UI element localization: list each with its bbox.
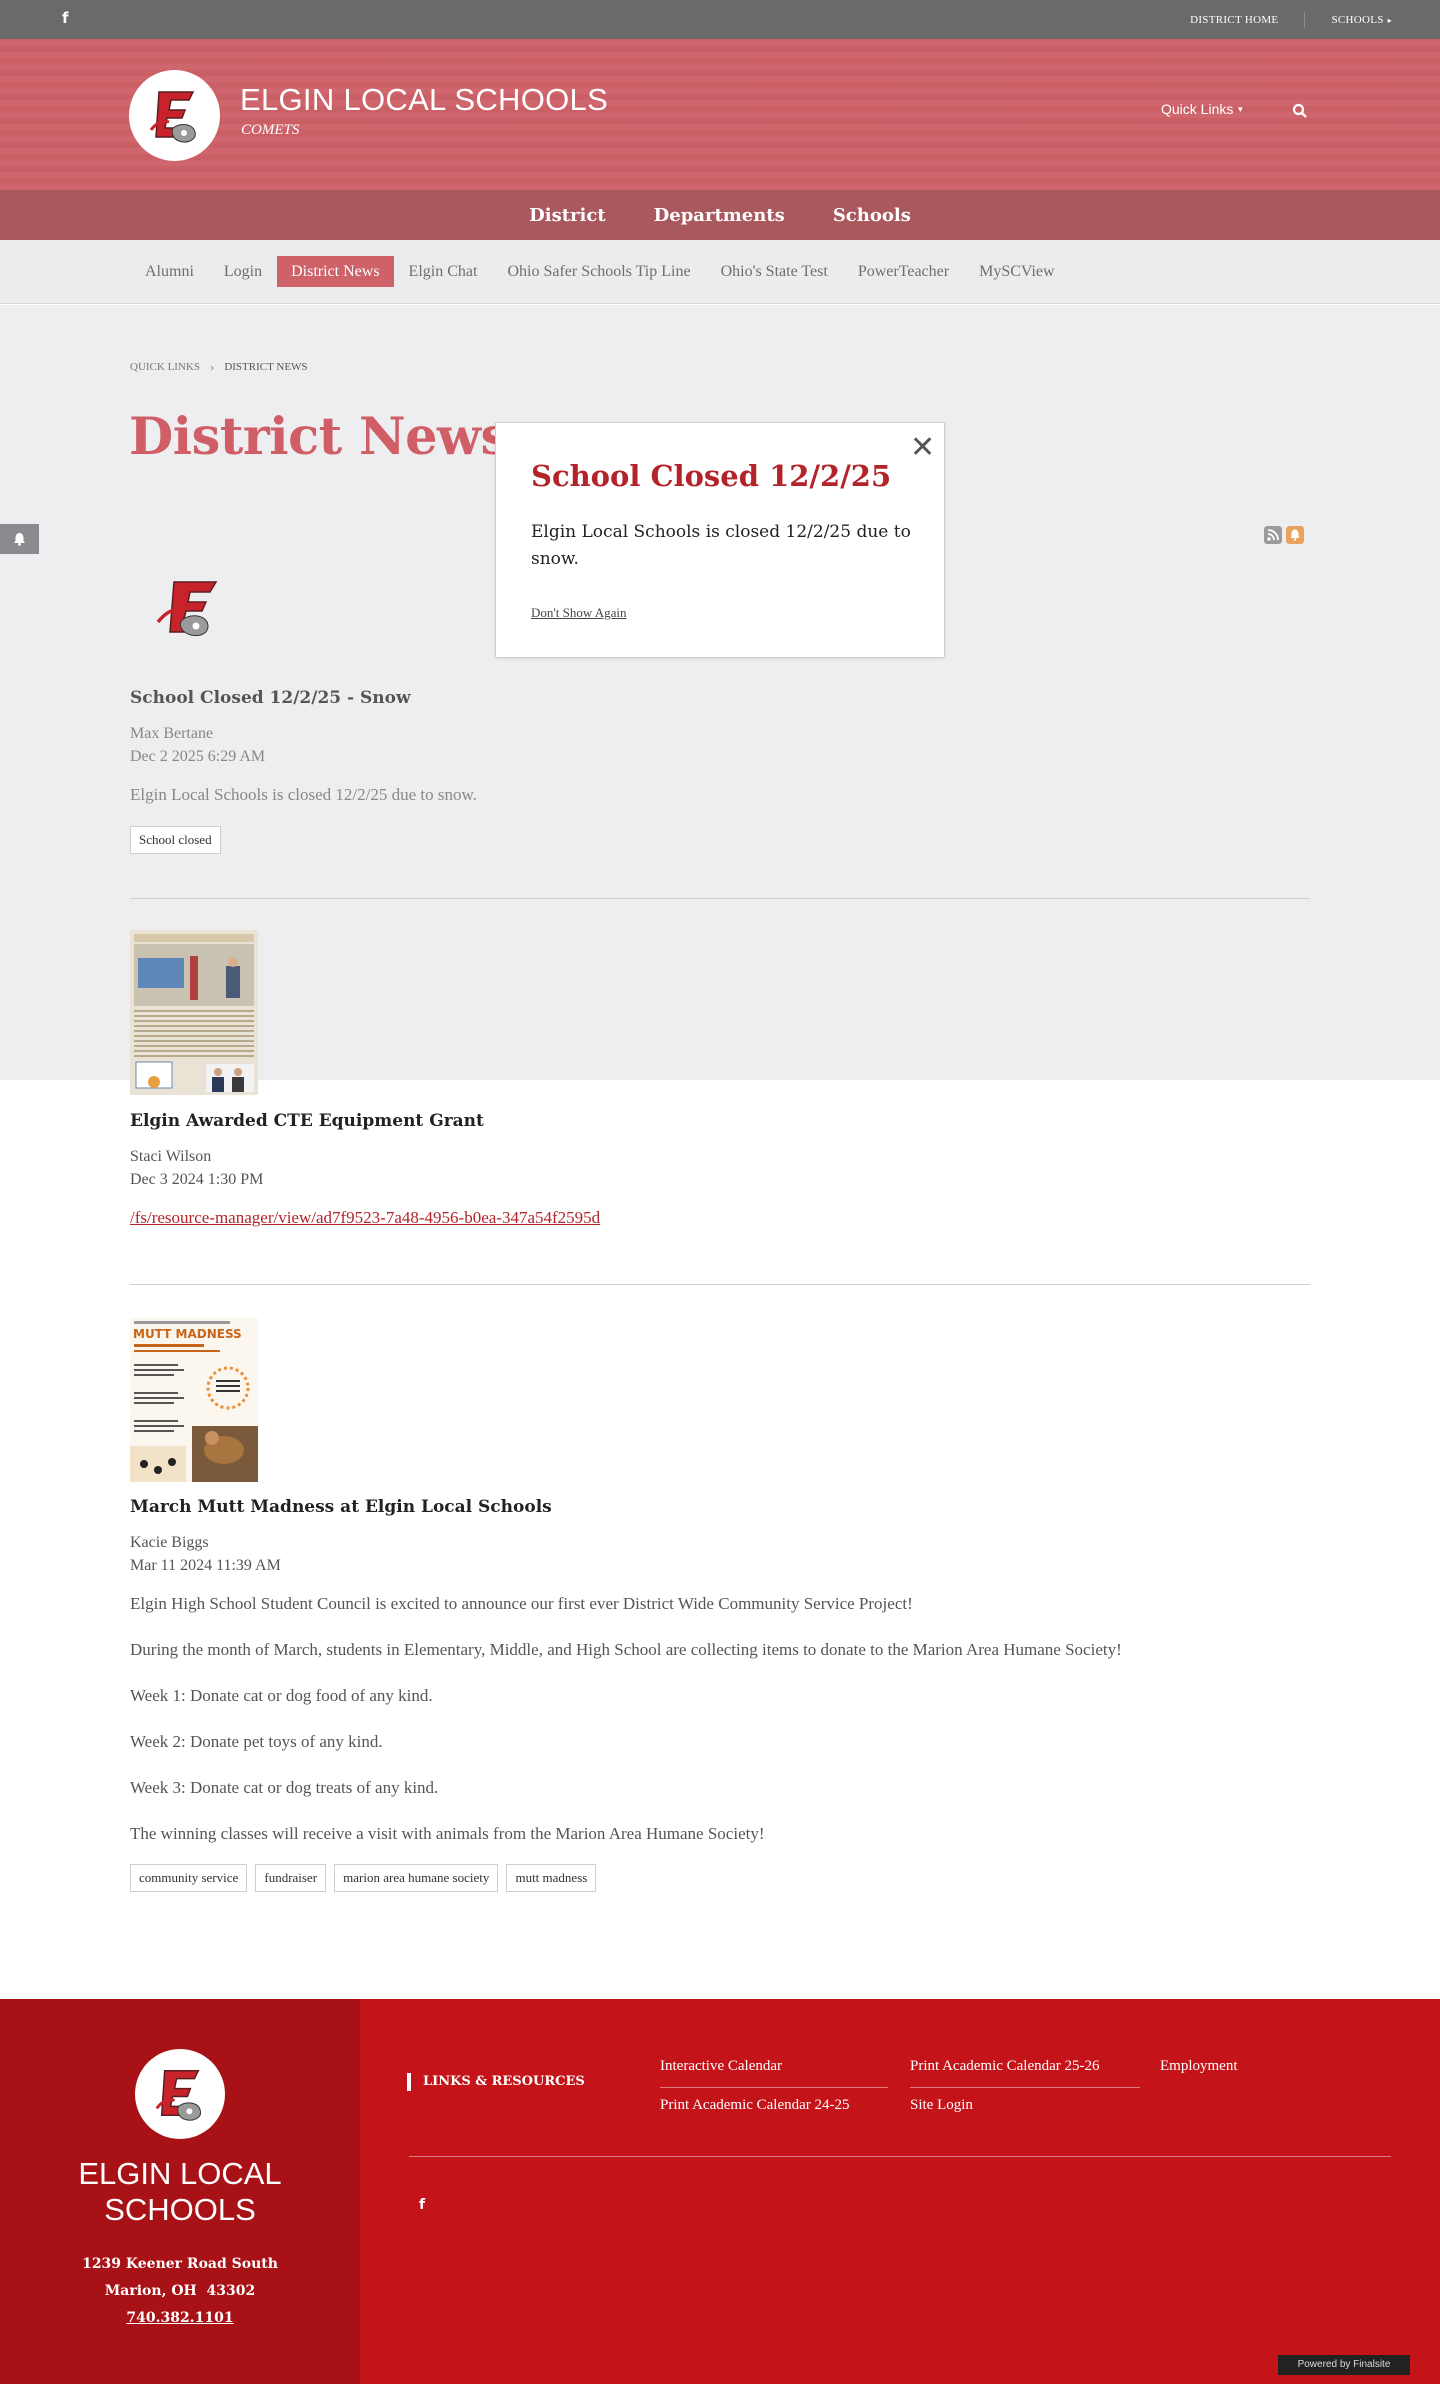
phone-link[interactable]: 740.382.1101 xyxy=(0,2305,360,2332)
close-icon[interactable]: ✕ xyxy=(910,433,935,463)
news-post: Elgin Awarded CTE Equipment Grant Staci … xyxy=(130,930,1310,1230)
search-icon[interactable] xyxy=(1292,103,1308,119)
site-header: ELGIN LOCAL SCHOOLS COMETS Quick Links ▼ xyxy=(0,39,1440,190)
post-paragraph: Week 2: Donate pet toys of any kind. xyxy=(130,1732,383,1751)
footer-name-line: SCHOOLS xyxy=(104,2192,256,2227)
quick-links-dropdown[interactable]: Quick Links ▼ xyxy=(1161,101,1244,117)
post-date: Dec 2 2025 6:29 AM xyxy=(130,748,266,765)
post-paragraph: Week 1: Donate cat or dog food of any ki… xyxy=(130,1686,433,1705)
facebook-icon[interactable]: f xyxy=(419,2197,425,2213)
address-line: 1239 Keener Road South xyxy=(82,2256,278,2272)
post-title[interactable]: March Mutt Madness at Elgin Local School… xyxy=(130,1497,552,1517)
subnav-item-myscview[interactable]: MySCView xyxy=(964,256,1070,287)
rss-icon[interactable] xyxy=(1264,526,1282,544)
footer-link-divider xyxy=(910,2087,1140,2088)
nav-district[interactable]: District xyxy=(505,205,630,226)
footer-link-interactive-calendar[interactable]: Interactive Calendar xyxy=(660,2058,782,2075)
nav-schools[interactable]: Schools xyxy=(809,205,935,226)
notification-bell-icon[interactable] xyxy=(1286,526,1304,544)
footer-name-line: ELGIN LOCAL xyxy=(78,2156,282,2191)
subnav-item-state-test[interactable]: Ohio's State Test xyxy=(706,256,843,287)
alert-modal: ✕ School Closed 12/2/25 Elgin Local Scho… xyxy=(495,422,945,658)
site-logo[interactable] xyxy=(129,70,220,161)
post-divider xyxy=(130,1284,1310,1285)
post-thumbnail-logo[interactable] xyxy=(152,570,228,648)
post-title[interactable]: Elgin Awarded CTE Equipment Grant xyxy=(130,1111,484,1131)
links-resources-heading: LINKS & RESOURCES xyxy=(407,2073,585,2091)
footer-link-employment[interactable]: Employment xyxy=(1160,2058,1238,2075)
site-subtitle: COMETS xyxy=(241,122,300,138)
post-paragraph: The winning classes will receive a visit… xyxy=(130,1824,765,1843)
subnav-item-powerteacher[interactable]: PowerTeacher xyxy=(843,256,964,287)
address-line: Marion, OH 43302 xyxy=(104,2283,256,2299)
footer-link-site-login[interactable]: Site Login xyxy=(910,2097,973,2114)
tag[interactable]: mutt madness xyxy=(506,1864,597,1892)
nav-departments[interactable]: Departments xyxy=(630,205,809,226)
schools-dropdown[interactable]: SCHOOLS ▸ xyxy=(1305,14,1392,26)
breadcrumb-current: DISTRICT NEWS xyxy=(224,361,308,373)
post-title[interactable]: School Closed 12/2/25 - Snow xyxy=(130,688,411,708)
footer-identity: ELGIN LOCAL SCHOOLS 1239 Keener Road Sou… xyxy=(0,1999,360,2384)
feed-icons xyxy=(1264,526,1304,544)
tag[interactable]: community service xyxy=(130,1864,248,1892)
modal-title: School Closed 12/2/25 xyxy=(531,459,892,493)
bell-icon xyxy=(14,533,25,546)
subnav-item-tip-line[interactable]: Ohio Safer Schools Tip Line xyxy=(492,256,705,287)
sub-nav: Alumni Login District News Elgin Chat Oh… xyxy=(0,240,1440,304)
post-thumbnail-image[interactable] xyxy=(130,930,258,1095)
tag[interactable]: marion area humane society xyxy=(334,1864,499,1892)
subnav-item-login[interactable]: Login xyxy=(209,256,277,287)
post-divider xyxy=(130,898,1310,899)
breadcrumb: QUICK LINKS › DISTRICT NEWS xyxy=(130,359,308,375)
comets-logo-icon xyxy=(149,91,196,143)
caret-right-icon: ▸ xyxy=(1387,15,1392,25)
dont-show-again-link[interactable]: Don't Show Again xyxy=(531,605,627,621)
caret-down-icon: ▼ xyxy=(1236,105,1245,114)
post-paragraph: During the month of March, students in E… xyxy=(130,1640,1122,1659)
post-summary: Elgin Local Schools is closed 12/2/25 du… xyxy=(130,785,477,804)
tag[interactable]: fundraiser xyxy=(255,1864,327,1892)
subnav-item-alumni[interactable]: Alumni xyxy=(130,256,209,287)
post-tags: School closed xyxy=(130,826,224,854)
comets-logo-icon xyxy=(155,2070,201,2121)
news-post: MUTT MADNESS March Mutt Madness at Elgin… xyxy=(130,1318,1310,1898)
utility-links: DISTRICT HOME SCHOOLS ▸ xyxy=(1164,0,1392,39)
post-attachment-link[interactable]: /fs/resource-manager/view/ad7f9523-7a48-… xyxy=(130,1208,600,1228)
flyer-title: MUTT MADNESS xyxy=(133,1327,242,1341)
utility-bar: f DISTRICT HOME SCHOOLS ▸ xyxy=(0,0,1440,39)
quick-links-label: Quick Links xyxy=(1161,101,1234,117)
site-footer: ELGIN LOCAL SCHOOLS 1239 Keener Road Sou… xyxy=(0,1999,1440,2384)
footer-school-name: ELGIN LOCAL SCHOOLS xyxy=(0,2156,360,2228)
post-paragraph: Week 3: Donate cat or dog treats of any … xyxy=(130,1778,439,1797)
footer-divider xyxy=(409,2156,1391,2157)
modal-body: Elgin Local Schools is closed 12/2/25 du… xyxy=(531,522,911,569)
footer-link-calendar-25-26[interactable]: Print Academic Calendar 25-26 xyxy=(910,2058,1100,2075)
post-thumbnail-flyer[interactable]: MUTT MADNESS xyxy=(130,1318,258,1482)
tag[interactable]: School closed xyxy=(130,826,221,854)
post-tags: community service fundraiser marion area… xyxy=(130,1864,599,1892)
post-paragraph: Elgin High School Student Council is exc… xyxy=(130,1594,913,1613)
footer-link-divider xyxy=(660,2087,888,2088)
facebook-icon[interactable]: f xyxy=(62,9,76,29)
powered-by-badge[interactable]: Powered by Finalsite xyxy=(1278,2355,1410,2375)
schools-label: SCHOOLS xyxy=(1331,13,1384,26)
subnav-item-district-news[interactable]: District News xyxy=(277,256,394,287)
post-date: Mar 11 2024 11:39 AM xyxy=(130,1557,281,1574)
post-date: Dec 3 2024 1:30 PM xyxy=(130,1171,264,1188)
post-author: Kacie Biggs xyxy=(130,1534,209,1551)
district-home-link[interactable]: DISTRICT HOME xyxy=(1164,14,1304,26)
breadcrumb-parent[interactable]: QUICK LINKS xyxy=(130,361,200,373)
site-title[interactable]: ELGIN LOCAL SCHOOLS xyxy=(240,82,608,118)
post-author: Staci Wilson xyxy=(130,1148,212,1165)
page-title: District News xyxy=(129,407,509,467)
main-nav: District Departments Schools xyxy=(0,190,1440,240)
notifications-tab[interactable] xyxy=(0,524,39,554)
footer-address: 1239 Keener Road South Marion, OH 43302 … xyxy=(0,2251,360,2332)
footer-logo[interactable] xyxy=(135,2049,225,2139)
post-author: Max Bertane xyxy=(130,725,214,742)
subnav-item-elgin-chat[interactable]: Elgin Chat xyxy=(394,256,493,287)
chevron-right-icon: › xyxy=(209,359,215,374)
footer-link-calendar-24-25[interactable]: Print Academic Calendar 24-25 xyxy=(660,2097,850,2114)
